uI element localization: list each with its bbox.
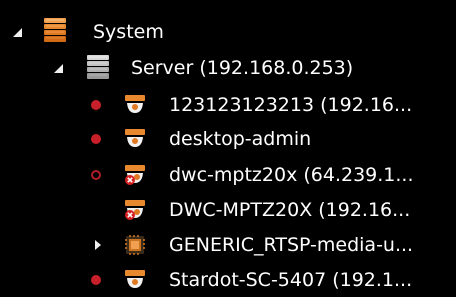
tree-node-device[interactable]: 123123123213 (192.16... <box>0 88 456 122</box>
resource-tree: System Server (192.168.0.253) 1231231232… <box>0 0 456 292</box>
expand-arrow-icon[interactable] <box>95 240 101 250</box>
recording-status-dot <box>91 134 101 144</box>
tree-node-system[interactable]: System <box>0 15 456 49</box>
chip-icon <box>125 235 145 255</box>
server-label: Server (192.168.0.253) <box>131 57 354 79</box>
system-stack-icon <box>44 18 66 42</box>
server-stack-icon <box>87 55 109 79</box>
system-label: System <box>93 21 164 43</box>
tree-node-device[interactable]: dwc-mptz20x (64.239.1... <box>0 158 456 192</box>
recording-status-dot <box>91 275 101 285</box>
not-recording-status-dot <box>91 170 101 180</box>
tree-node-device-group[interactable]: GENERIC_RTSP-media-u... <box>0 228 456 262</box>
dome-camera-icon <box>125 270 145 288</box>
dome-camera-error-icon <box>125 165 145 185</box>
dome-camera-icon <box>125 95 145 113</box>
device-label: 123123123213 (192.16... <box>169 94 413 116</box>
tree-node-device[interactable]: desktop-admin <box>0 122 456 156</box>
expand-arrow-icon[interactable] <box>54 64 63 73</box>
device-label: GENERIC_RTSP-media-u... <box>169 234 414 256</box>
device-label: desktop-admin <box>169 128 312 150</box>
tree-node-device[interactable]: DWC-MPTZ20X (192.16... <box>0 193 456 227</box>
device-label: dwc-mptz20x (64.239.1... <box>169 164 414 186</box>
dome-camera-icon <box>125 129 145 147</box>
recording-status-dot <box>91 100 101 110</box>
expand-arrow-icon[interactable] <box>13 28 22 37</box>
device-label: DWC-MPTZ20X (192.16... <box>169 199 411 221</box>
tree-node-server[interactable]: Server (192.168.0.253) <box>0 51 456 85</box>
dome-camera-error-icon <box>125 200 145 220</box>
